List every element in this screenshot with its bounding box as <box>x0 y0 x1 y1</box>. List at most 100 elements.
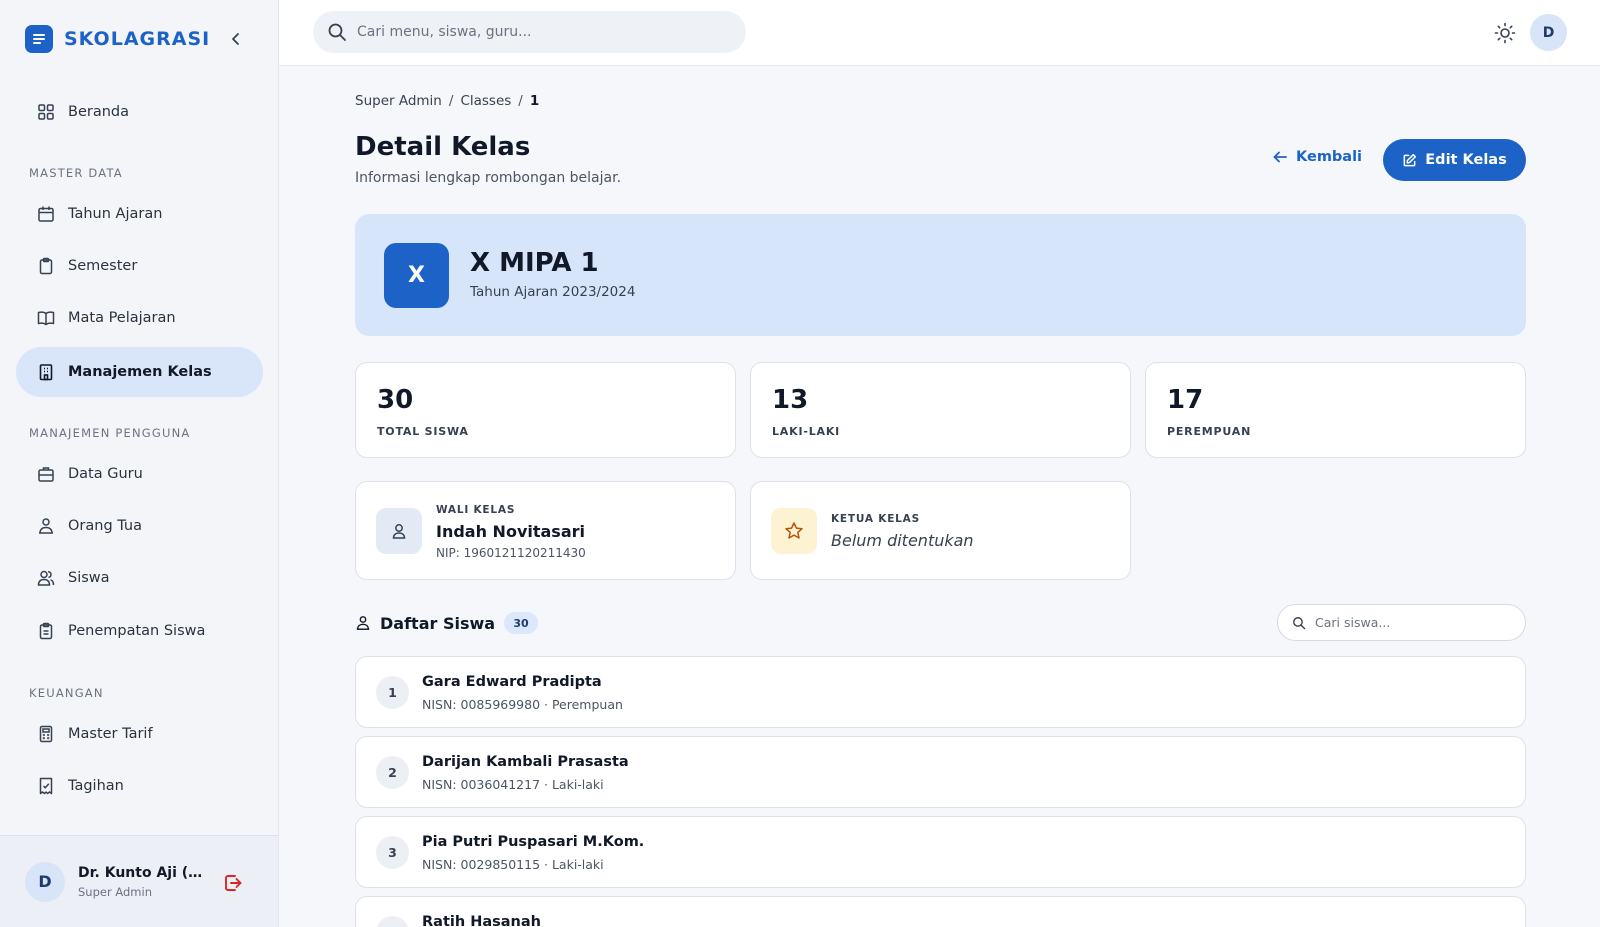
breadcrumb-separator: / <box>448 93 454 109</box>
student-name: Ratih Hasanah <box>422 914 541 927</box>
stat-value: 13 <box>772 385 809 415</box>
class-level-badge: X <box>384 243 449 308</box>
student-row[interactable]: 3 Pia Putri Puspasari M.Kom. NISN: 00298… <box>355 816 1526 888</box>
sidebar-item-tagihan[interactable]: Tagihan <box>16 761 263 811</box>
sidebar-item-orang-tua[interactable]: Orang Tua <box>16 501 263 551</box>
ketua-kelas-value: Belum ditentukan <box>831 531 974 550</box>
chevron-left-icon <box>232 33 239 45</box>
sidebar-item-label: Beranda <box>68 104 129 120</box>
student-name: Darijan Kambali Prasasta <box>422 754 629 770</box>
stat-label: TOTAL SISWA <box>377 425 469 438</box>
sidebar-item-mata-pelajaran[interactable]: Mata Pelajaran <box>16 293 263 343</box>
users-icon <box>37 569 55 587</box>
wali-kelas-nip: NIP: 1960121120211430 <box>436 546 586 560</box>
sidebar: SKOLAGRASI Beranda MASTER DATA Tahun Aja… <box>0 0 279 927</box>
student-meta: NISN: 0085969980 · Perempuan <box>422 697 623 712</box>
breadcrumb-current: 1 <box>529 93 540 109</box>
sun-icon <box>1494 22 1516 44</box>
edit-class-button[interactable]: Edit Kelas <box>1383 139 1526 181</box>
building-icon <box>37 363 55 381</box>
student-row-number: 4 <box>376 916 409 927</box>
wali-kelas-card: WALI KELAS Indah Novitasari NIP: 1960121… <box>355 481 736 580</box>
sidebar-item-label: Master Tarif <box>68 726 153 742</box>
receipt-icon <box>37 777 55 795</box>
student-row[interactable]: 4 Ratih Hasanah <box>355 896 1526 927</box>
profile-avatar-button[interactable]: D <box>1530 14 1567 51</box>
stat-label: LAKI-LAKI <box>772 425 841 438</box>
class-name: X MIPA 1 <box>470 248 599 278</box>
sidebar-item-beranda[interactable]: Beranda <box>16 87 263 137</box>
stat-label: PEREMPUAN <box>1167 425 1252 438</box>
sidebar-item-label: Tagihan <box>68 778 124 794</box>
sidebar-item-data-guru[interactable]: Data Guru <box>16 449 263 499</box>
wali-kelas-kicker: WALI KELAS <box>436 504 516 516</box>
student-count-badge: 30 <box>504 612 539 634</box>
sidebar-item-label: Manajemen Kelas <box>68 364 212 380</box>
sidebar-item-label: Penempatan Siswa <box>68 623 206 639</box>
sidebar-item-label: Data Guru <box>68 466 143 482</box>
sidebar-item-master-tarif[interactable]: Master Tarif <box>16 709 263 759</box>
global-search-input[interactable] <box>357 24 727 40</box>
logout-icon <box>225 875 242 891</box>
sidebar-item-semester[interactable]: Semester <box>16 241 263 291</box>
student-row[interactable]: 1 Gara Edward Pradipta NISN: 0085969980 … <box>355 656 1526 728</box>
sidebar-item-label: Siswa <box>68 570 110 586</box>
search-icon <box>1292 616 1306 630</box>
stat-value: 30 <box>377 385 414 415</box>
briefcase-icon <box>37 465 55 483</box>
page-title: Detail Kelas <box>355 132 531 162</box>
back-button[interactable]: Kembali <box>1272 144 1362 170</box>
student-row-number: 3 <box>376 836 409 869</box>
sidebar-item-tahun-ajaran[interactable]: Tahun Ajaran <box>16 189 263 239</box>
sidebar-item-label: Mata Pelajaran <box>68 310 176 326</box>
theme-toggle-button[interactable] <box>1493 21 1517 45</box>
arrow-left-icon <box>1273 151 1287 163</box>
back-button-label: Kembali <box>1296 149 1363 165</box>
star-icon <box>771 508 817 554</box>
global-search[interactable] <box>313 11 746 53</box>
calculator-icon <box>37 725 55 743</box>
breadcrumb-link[interactable]: Classes <box>460 93 511 109</box>
class-hero-card: X X MIPA 1 Tahun Ajaran 2023/2024 <box>355 214 1526 336</box>
parent-icon <box>37 517 55 535</box>
student-meta: NISN: 0029850115 · Laki-laki <box>422 857 604 872</box>
sidebar-item-label: Tahun Ajaran <box>68 206 163 222</box>
user-avatar[interactable]: D <box>25 861 65 902</box>
student-search[interactable] <box>1277 604 1526 641</box>
student-meta: NISN: 0036041217 · Laki-laki <box>422 777 604 792</box>
sidebar-item-siswa[interactable]: Siswa <box>16 553 263 603</box>
ketua-kelas-kicker: KETUA KELAS <box>831 513 920 525</box>
book-icon <box>37 309 55 327</box>
main-content: Super Admin / Classes / 1 Detail Kelas I… <box>279 66 1600 927</box>
sidebar-item-manajemen-kelas[interactable]: Manajemen Kelas <box>16 347 263 397</box>
student-row[interactable]: 2 Darijan Kambali Prasasta NISN: 0036041… <box>355 736 1526 808</box>
ketua-kelas-card: KETUA KELAS Belum ditentukan <box>750 481 1131 580</box>
app-logo-icon <box>25 25 53 53</box>
sidebar-item-label: Semester <box>68 258 138 274</box>
clipboard-icon <box>37 257 55 275</box>
page-subtitle: Informasi lengkap rombongan belajar. <box>355 170 622 186</box>
wali-kelas-name: Indah Novitasari <box>436 522 585 541</box>
person-icon <box>376 508 422 554</box>
student-name: Gara Edward Pradipta <box>422 674 602 690</box>
class-academic-year: Tahun Ajaran 2023/2024 <box>470 284 636 300</box>
user-name: Dr. Kunto Aji (Ke... <box>78 864 203 881</box>
stat-card-perempuan: 17 PEREMPUAN <box>1145 362 1526 458</box>
student-search-input[interactable] <box>1315 615 1515 630</box>
collapse-sidebar-button[interactable] <box>224 27 248 51</box>
sidebar-item-label: Orang Tua <box>68 518 142 534</box>
student-name: Pia Putri Puspasari M.Kom. <box>422 834 645 850</box>
edit-icon <box>1403 153 1417 166</box>
breadcrumb-link[interactable]: Super Admin <box>355 93 442 109</box>
student-row-number: 2 <box>376 756 409 789</box>
brand[interactable]: SKOLAGRASI <box>25 25 210 53</box>
edit-class-button-label: Edit Kelas <box>1425 152 1507 168</box>
section-label-master-data: MASTER DATA <box>29 166 123 180</box>
sidebar-item-penempatan-siswa[interactable]: Penempatan Siswa <box>16 606 263 656</box>
student-row-number: 1 <box>376 676 409 709</box>
logout-button[interactable] <box>222 872 244 894</box>
app-name: SKOLAGRASI <box>64 28 211 50</box>
search-icon <box>327 22 347 42</box>
student-list-header: Daftar Siswa 30 <box>355 611 539 635</box>
sidebar-scroll-fade <box>0 822 278 836</box>
